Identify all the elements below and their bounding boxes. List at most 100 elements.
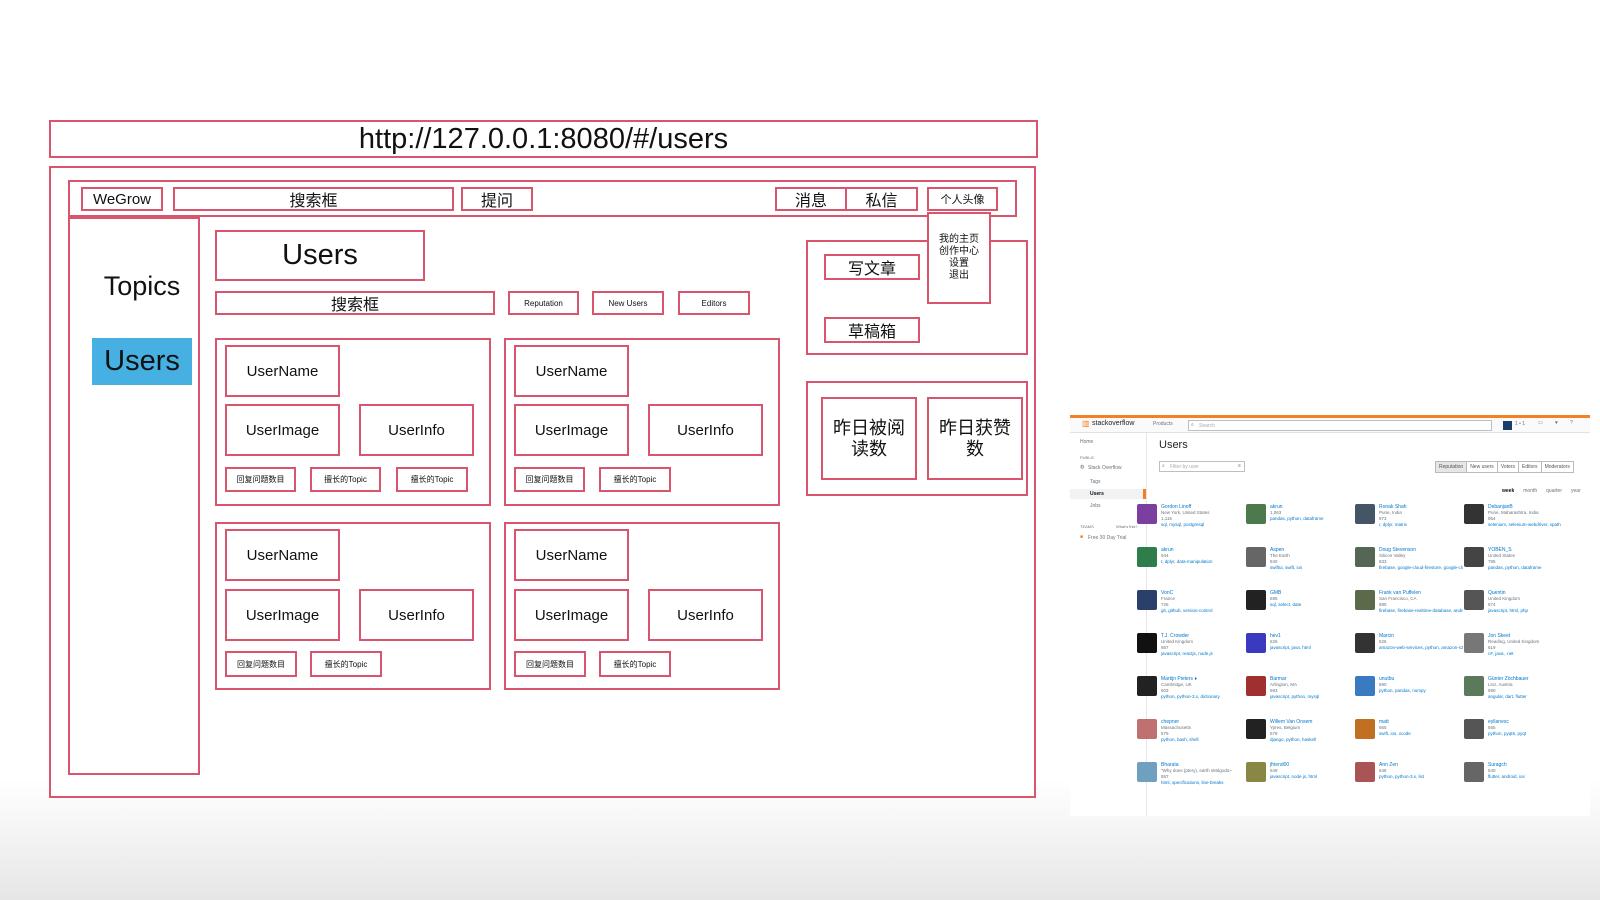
so-products[interactable]: Products [1153,421,1173,427]
messages-button[interactable]: 消息 [775,187,847,211]
so-free-trial[interactable]: Free 30 Day Trial [1088,535,1126,541]
so-user-avatar[interactable] [1246,719,1266,739]
so-avatar[interactable] [1503,421,1512,430]
user-image[interactable]: UserImage [225,589,340,641]
so-user-avatar[interactable] [1464,590,1484,610]
drafts-button[interactable]: 草稿箱 [824,317,920,343]
so-user-card[interactable]: Günter Zöchbauer Linz, Austria 590 angular,… [1464,676,1572,716]
so-user-avatar[interactable] [1246,676,1266,696]
so-user-avatar[interactable] [1137,633,1157,653]
so-user-avatar[interactable] [1355,547,1375,567]
so-user-avatar[interactable] [1246,547,1266,567]
so-user-avatar[interactable] [1246,590,1266,610]
so-period-quarter[interactable]: quarter [1546,488,1562,494]
so-user-avatar[interactable] [1464,676,1484,696]
so-user-card[interactable]: eyllanesc 565 python, pyqt5, pyqt [1464,719,1572,759]
so-user-avatar[interactable] [1464,762,1484,782]
menu-item-creator-center[interactable]: 创作中心 [939,246,979,258]
so-nav-users-active[interactable]: Users [1070,489,1146,499]
so-user-card[interactable]: Barmar Arlington, MA 593 javascript, python… [1246,676,1354,716]
so-user-card[interactable]: Quentin United Kingdom 674 javascript, html… [1464,590,1572,630]
menu-item-home[interactable]: 我的主页 [939,234,979,246]
trophy-icon[interactable]: ♥ [1555,420,1558,426]
so-tab-reputation[interactable]: Reputation [1435,461,1468,473]
user-search-input[interactable]: 搜索框 [215,291,495,315]
logo[interactable]: WeGrow [81,187,163,211]
so-user-card[interactable]: hev1 626 javascript, java, html [1246,633,1354,673]
so-user-card[interactable]: DebanjanB Pune, Maharashtra, India 954 sele… [1464,504,1572,544]
tab-new-users[interactable]: New Users [592,291,664,315]
so-user-card[interactable]: Gordon Linoff New York, United States 1,11… [1137,504,1245,544]
header-search-input[interactable]: 搜索框 [173,187,454,211]
user-image[interactable]: UserImage [514,404,629,456]
so-user-card[interactable]: T.J. Crowder United Kingdom 667 javascript,… [1137,633,1245,673]
so-user-card[interactable]: Martijn Pieters ♦ Cambridge, UK 603 python,… [1137,676,1245,716]
so-nav-tags[interactable]: Tags [1090,479,1101,485]
so-tab-new-users[interactable]: New users [1466,461,1498,473]
so-user-avatar[interactable] [1137,676,1157,696]
ask-button[interactable]: 提问 [461,187,533,211]
dm-button[interactable]: 私信 [845,187,918,211]
so-nav-jobs[interactable]: Jobs [1090,503,1101,509]
so-user-card[interactable]: Bharata "Why does (ptery), earth sMdgods»… [1137,762,1245,802]
so-nav-home[interactable]: Home [1080,439,1093,445]
so-user-card[interactable]: matt 565 swift, ios, xcode [1355,719,1463,759]
topic-tag[interactable]: 擅长的Topic [310,467,381,492]
so-user-avatar[interactable] [1137,547,1157,567]
write-article-button[interactable]: 写文章 [824,254,920,280]
so-user-card[interactable]: chepner Massachusetts 579 python, bash, she… [1137,719,1245,759]
so-tab-voters[interactable]: Voters [1496,461,1519,473]
so-user-avatar[interactable] [1246,504,1266,524]
user-name[interactable]: UserName [225,529,340,581]
so-search-input[interactable]: ⌕ Search [1188,420,1492,431]
so-user-avatar[interactable] [1464,719,1484,739]
so-user-avatar[interactable] [1137,590,1157,610]
so-user-avatar[interactable] [1355,762,1375,782]
so-user-avatar[interactable] [1355,504,1375,524]
topic-tag[interactable]: 擅长的Topic [599,467,671,492]
sidebar-item-users[interactable]: Users [92,338,192,385]
so-user-card[interactable]: akrun 1,063 pandas, python, dataframe [1246,504,1354,544]
so-user-card[interactable]: Willem Van Onsem Ypres, Belgium 578 django,… [1246,719,1354,759]
so-nav-stackoverflow[interactable]: Stack Overflow [1088,465,1122,471]
menu-item-settings[interactable]: 设置 [949,258,969,270]
so-user-avatar[interactable] [1355,676,1375,696]
so-user-card[interactable]: YOBEN_S United States 795 pandas, python, d… [1464,547,1572,587]
so-period-month[interactable]: month [1523,488,1537,494]
so-user-avatar[interactable] [1464,633,1484,653]
tab-editors[interactable]: Editors [678,291,750,315]
user-name[interactable]: UserName [514,345,629,397]
so-user-card[interactable]: Ronak Shah Pune, India 973 r, dplyr, matrix [1355,504,1463,544]
so-user-card[interactable]: Suragch 540 flutter, android, ios [1464,762,1572,802]
so-user-avatar[interactable] [1355,633,1375,653]
user-image[interactable]: UserImage [514,589,629,641]
so-user-avatar[interactable] [1246,762,1266,782]
so-user-card[interactable]: jfriend00 549 javascript, node.js, html [1246,762,1354,802]
topic-tag[interactable]: 擅长的Topic [599,651,671,677]
so-user-avatar[interactable] [1137,719,1157,739]
topic-tag[interactable]: 擅长的Topic [396,467,468,492]
user-name[interactable]: UserName [225,345,340,397]
so-user-card[interactable]: akrun 944 r, dplyr, data-manipulation [1137,547,1245,587]
so-filter-input[interactable]: ⌕ Filter by user ≡ [1159,461,1245,472]
avatar[interactable]: 个人头像 [927,187,998,211]
so-user-avatar[interactable] [1137,762,1157,782]
so-whats-this[interactable]: What's this? [1116,524,1138,529]
so-user-card[interactable]: Frank van Puffelen San Francisco, CA 685 fi… [1355,590,1463,630]
so-user-card[interactable]: Jon Skeet Reading, United Kingdom 619 c#, j… [1464,633,1572,673]
sidebar-item-topics[interactable]: Topics [92,266,192,306]
so-tab-moderators[interactable]: Moderators [1540,461,1574,473]
so-user-avatar[interactable] [1355,719,1375,739]
topic-tag[interactable]: 擅长的Topic [310,651,382,677]
so-user-card[interactable]: VonC France 725 git, github, version-contro… [1137,590,1245,630]
so-user-card[interactable]: Marcin 626 amazon-web-services, python, am… [1355,633,1463,673]
so-user-card[interactable]: Doug Stevenson Silicon Valley 833 firebase,… [1355,547,1463,587]
so-user-avatar[interactable] [1246,633,1266,653]
tab-reputation[interactable]: Reputation [508,291,579,315]
menu-item-logout[interactable]: 退出 [949,270,969,282]
so-user-avatar[interactable] [1464,504,1484,524]
user-name[interactable]: UserName [514,529,629,581]
so-user-card[interactable]: Ann Zen 548 python, python-3.x, list [1355,762,1463,802]
so-period-year[interactable]: year [1571,488,1581,494]
so-tab-editors[interactable]: Editors [1518,461,1542,473]
